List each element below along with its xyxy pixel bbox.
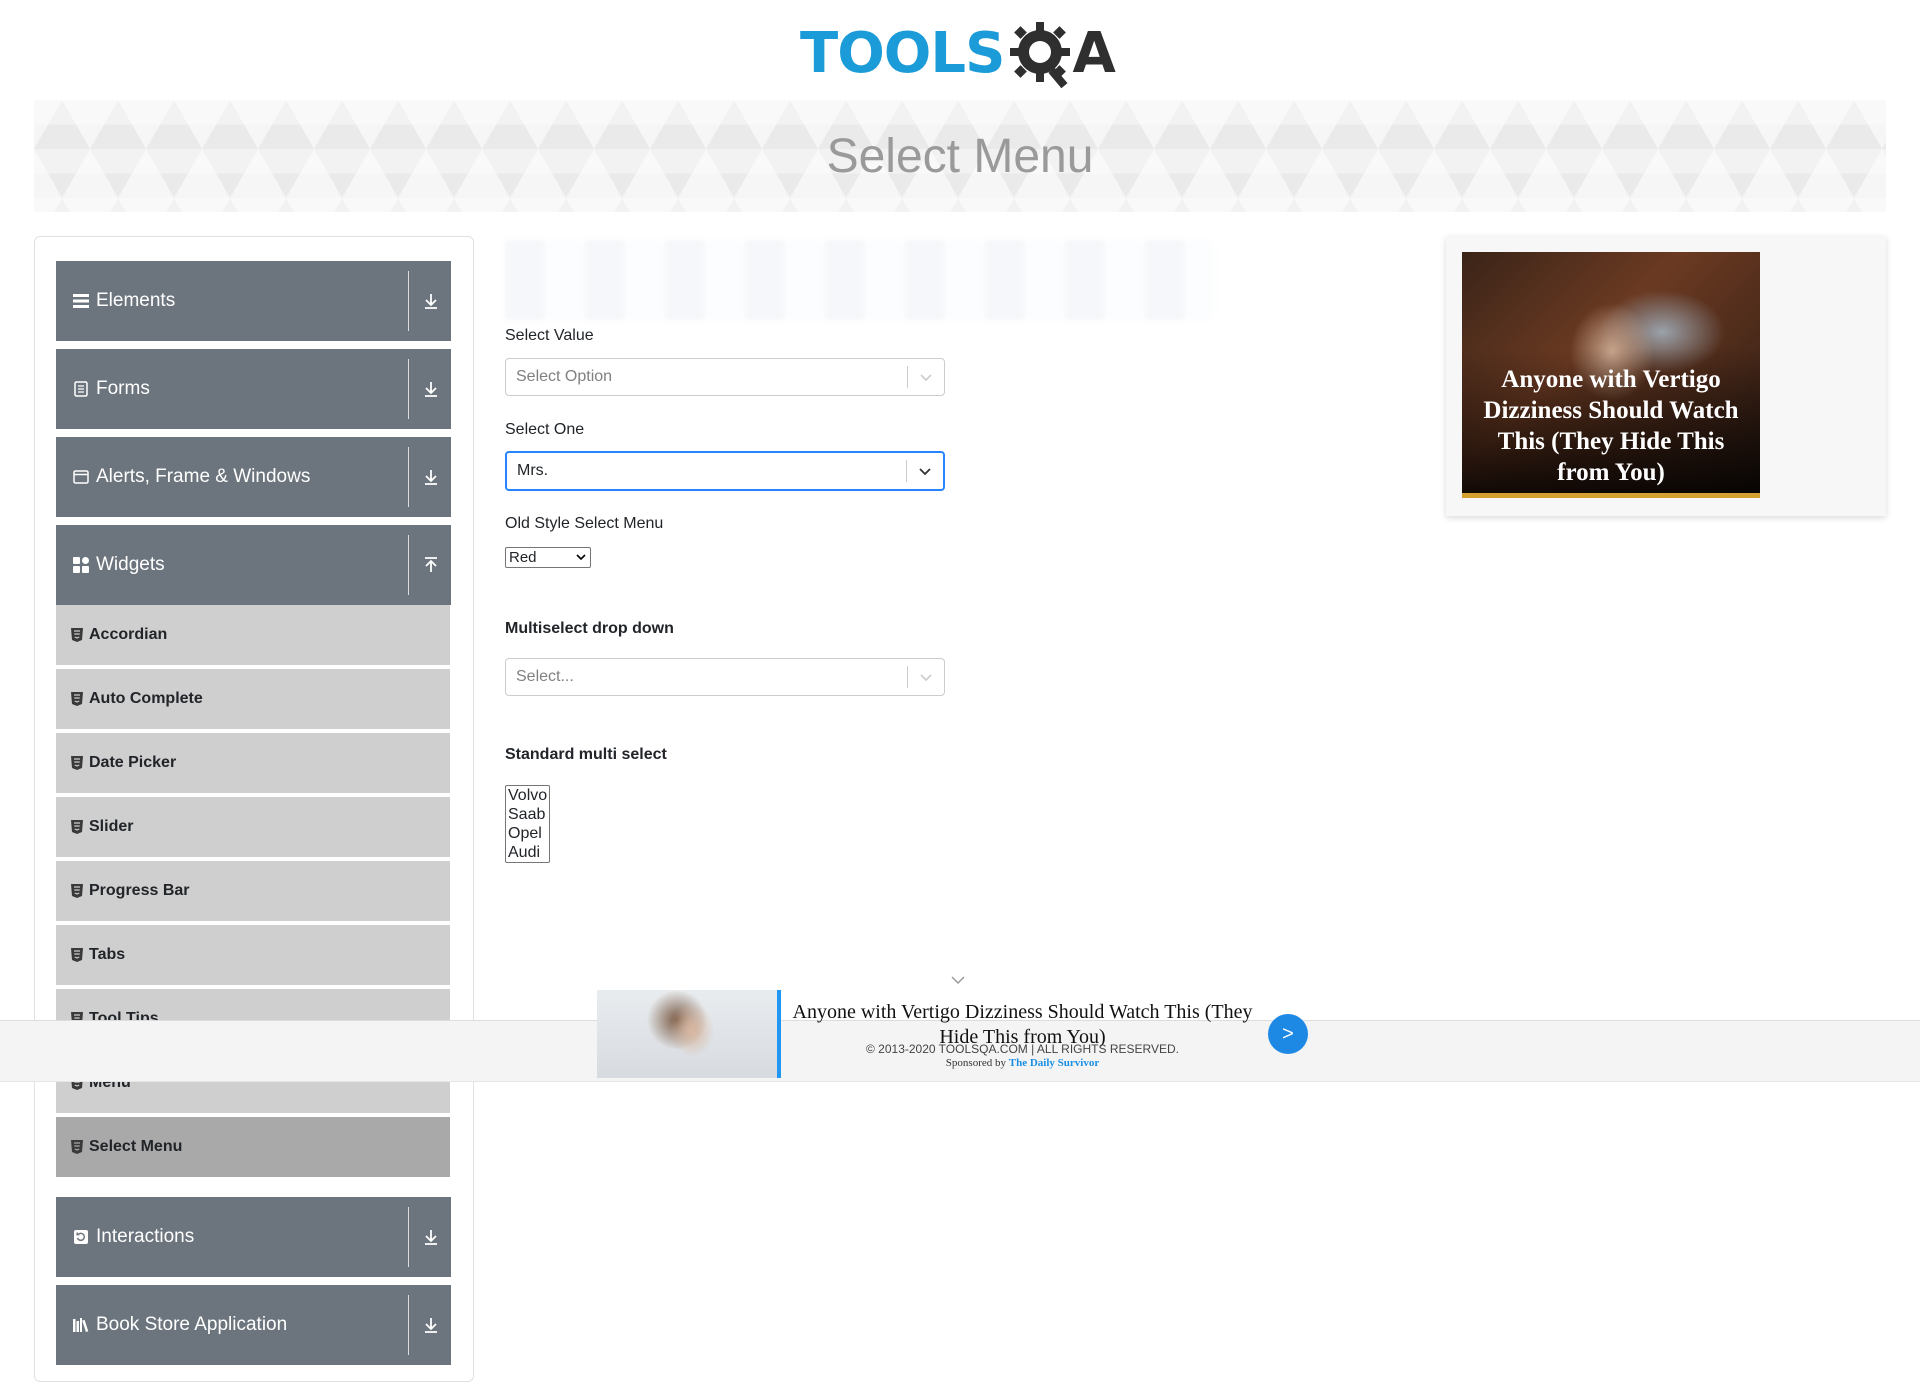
old-style-select[interactable]: Red xyxy=(505,547,591,568)
sidebar-group-forms[interactable]: Forms xyxy=(56,349,451,429)
list-option[interactable]: Audi xyxy=(508,843,549,862)
logo-qa-text: A xyxy=(1006,18,1116,90)
html5-icon xyxy=(71,692,83,706)
books-icon xyxy=(72,1316,90,1334)
sidebar: Elements Forms Alerts, Frame & Windows W… xyxy=(34,236,474,1382)
hamburger-icon xyxy=(72,292,90,310)
sidebar-item-label: Select Menu xyxy=(89,1138,183,1155)
html5-icon xyxy=(71,756,83,770)
sidebar-group-interactions[interactable]: Interactions xyxy=(56,1197,451,1277)
header: TOOLS A xyxy=(0,0,1920,100)
standard-multi-select-label: Standard multi select xyxy=(505,746,667,763)
sidebar-group-label: Elements xyxy=(96,290,176,311)
sidebar-item-slider[interactable]: Slider xyxy=(56,797,450,859)
select-value-dropdown[interactable]: Select Option xyxy=(505,358,945,396)
sidebar-item-label: Accordian xyxy=(89,626,168,643)
sidebar-group-book-store[interactable]: Book Store Application xyxy=(56,1285,451,1365)
widgets-icon xyxy=(72,556,90,574)
page-title: Select Menu xyxy=(826,129,1094,183)
select-value-placeholder: Select Option xyxy=(516,368,613,385)
divider xyxy=(408,359,409,419)
select-value-label: Select Value xyxy=(505,327,594,344)
multiselect-placeholder: Select... xyxy=(516,668,574,685)
sidebar-item-progress-bar[interactable]: Progress Bar xyxy=(56,861,450,923)
logo-tools-text: TOOLS xyxy=(800,21,1005,86)
sidebar-item-label: Date Picker xyxy=(89,754,177,771)
select-one-dropdown[interactable]: Mrs. xyxy=(505,451,945,491)
download-arrow-icon[interactable] xyxy=(421,1315,441,1335)
multiselect-label: Multiselect drop down xyxy=(505,620,674,637)
sidebar-item-label: Auto Complete xyxy=(89,690,203,707)
sidebar-item-tabs[interactable]: Tabs xyxy=(56,925,450,987)
download-arrow-icon[interactable] xyxy=(421,1227,441,1247)
sticky-ad-image[interactable] xyxy=(597,990,777,1078)
standard-multi-select[interactable]: Volvo Saab Opel Audi xyxy=(505,785,550,863)
sidebar-group-elements[interactable]: Elements xyxy=(56,261,451,341)
gear-magnifier-icon xyxy=(1010,22,1071,89)
html5-icon xyxy=(71,884,83,898)
html5-icon xyxy=(71,1140,83,1154)
sticky-ad-accent xyxy=(777,990,781,1078)
divider xyxy=(408,447,409,507)
document-icon xyxy=(72,380,90,398)
list-option[interactable]: Volvo xyxy=(508,786,549,805)
ad-title[interactable]: Anyone with Vertigo Dizziness Should Wat… xyxy=(1470,364,1752,488)
upload-arrow-icon[interactable] xyxy=(421,555,441,575)
ad-accent-stripe xyxy=(1462,493,1760,498)
sidebar-group-widgets[interactable]: Widgets xyxy=(56,525,451,605)
footer-copyright: © 2013-2020 TOOLSQA.COM | ALL RIGHTS RES… xyxy=(866,1042,1179,1056)
html5-icon xyxy=(71,948,83,962)
ad-image[interactable]: Anyone with Vertigo Dizziness Should Wat… xyxy=(1462,252,1760,498)
divider xyxy=(408,535,409,595)
sponsor-name[interactable]: The Daily Survivor xyxy=(1009,1057,1099,1069)
divider xyxy=(408,1295,409,1355)
sidebar-item-date-picker[interactable]: Date Picker xyxy=(56,733,450,795)
sidebar-group-label: Alerts, Frame & Windows xyxy=(96,466,311,487)
chevron-down-icon[interactable] xyxy=(908,659,944,695)
sticky-ad-next-button[interactable]: > xyxy=(1268,1014,1308,1054)
select-one-label: Select One xyxy=(505,421,585,438)
html5-icon xyxy=(71,820,83,834)
chevron-down-icon[interactable] xyxy=(908,359,944,395)
chevron-down-icon[interactable] xyxy=(950,974,966,986)
sidebar-item-accordian[interactable]: Accordian xyxy=(56,605,450,667)
sidebar-group-label: Forms xyxy=(96,378,150,399)
sidebar-item-auto-complete[interactable]: Auto Complete xyxy=(56,669,450,731)
ad-panel[interactable]: Anyone with Vertigo Dizziness Should Wat… xyxy=(1446,236,1886,516)
page-banner: Select Menu xyxy=(34,100,1886,212)
sidebar-item-label: Progress Bar xyxy=(89,882,190,899)
download-arrow-icon[interactable] xyxy=(421,379,441,399)
sponsor-prefix: Sponsored by xyxy=(945,1057,1006,1069)
sidebar-item-select-menu[interactable]: Select Menu xyxy=(56,1117,450,1179)
download-arrow-icon[interactable] xyxy=(421,467,441,487)
select-one-value: Mrs. xyxy=(517,462,549,479)
sidebar-group-label: Book Store Application xyxy=(96,1314,288,1335)
sticky-ad-sponsor[interactable]: Sponsored by The Daily Survivor xyxy=(785,1057,1260,1069)
chevron-down-icon xyxy=(576,554,586,561)
toolsqa-logo[interactable]: TOOLS A xyxy=(800,14,1130,94)
faded-placeholder-ad xyxy=(505,240,1215,320)
old-style-select-value: Red xyxy=(509,549,537,566)
chevron-down-icon[interactable] xyxy=(907,453,943,489)
sidebar-item-label: Tabs xyxy=(89,946,126,963)
window-icon xyxy=(72,468,90,486)
list-option[interactable]: Saab xyxy=(508,805,549,824)
list-option[interactable]: Opel xyxy=(508,824,549,843)
divider xyxy=(408,271,409,331)
sidebar-group-label: Interactions xyxy=(96,1226,195,1247)
sidebar-group-label: Widgets xyxy=(96,554,165,575)
multiselect-dropdown[interactable]: Select... xyxy=(505,658,945,696)
old-style-select-label: Old Style Select Menu xyxy=(505,515,664,532)
divider xyxy=(408,1207,409,1267)
sidebar-item-label: Slider xyxy=(89,818,134,835)
download-arrow-icon[interactable] xyxy=(421,291,441,311)
sidebar-group-alerts[interactable]: Alerts, Frame & Windows xyxy=(56,437,451,517)
html5-icon xyxy=(71,628,83,642)
interactions-icon xyxy=(72,1228,90,1246)
